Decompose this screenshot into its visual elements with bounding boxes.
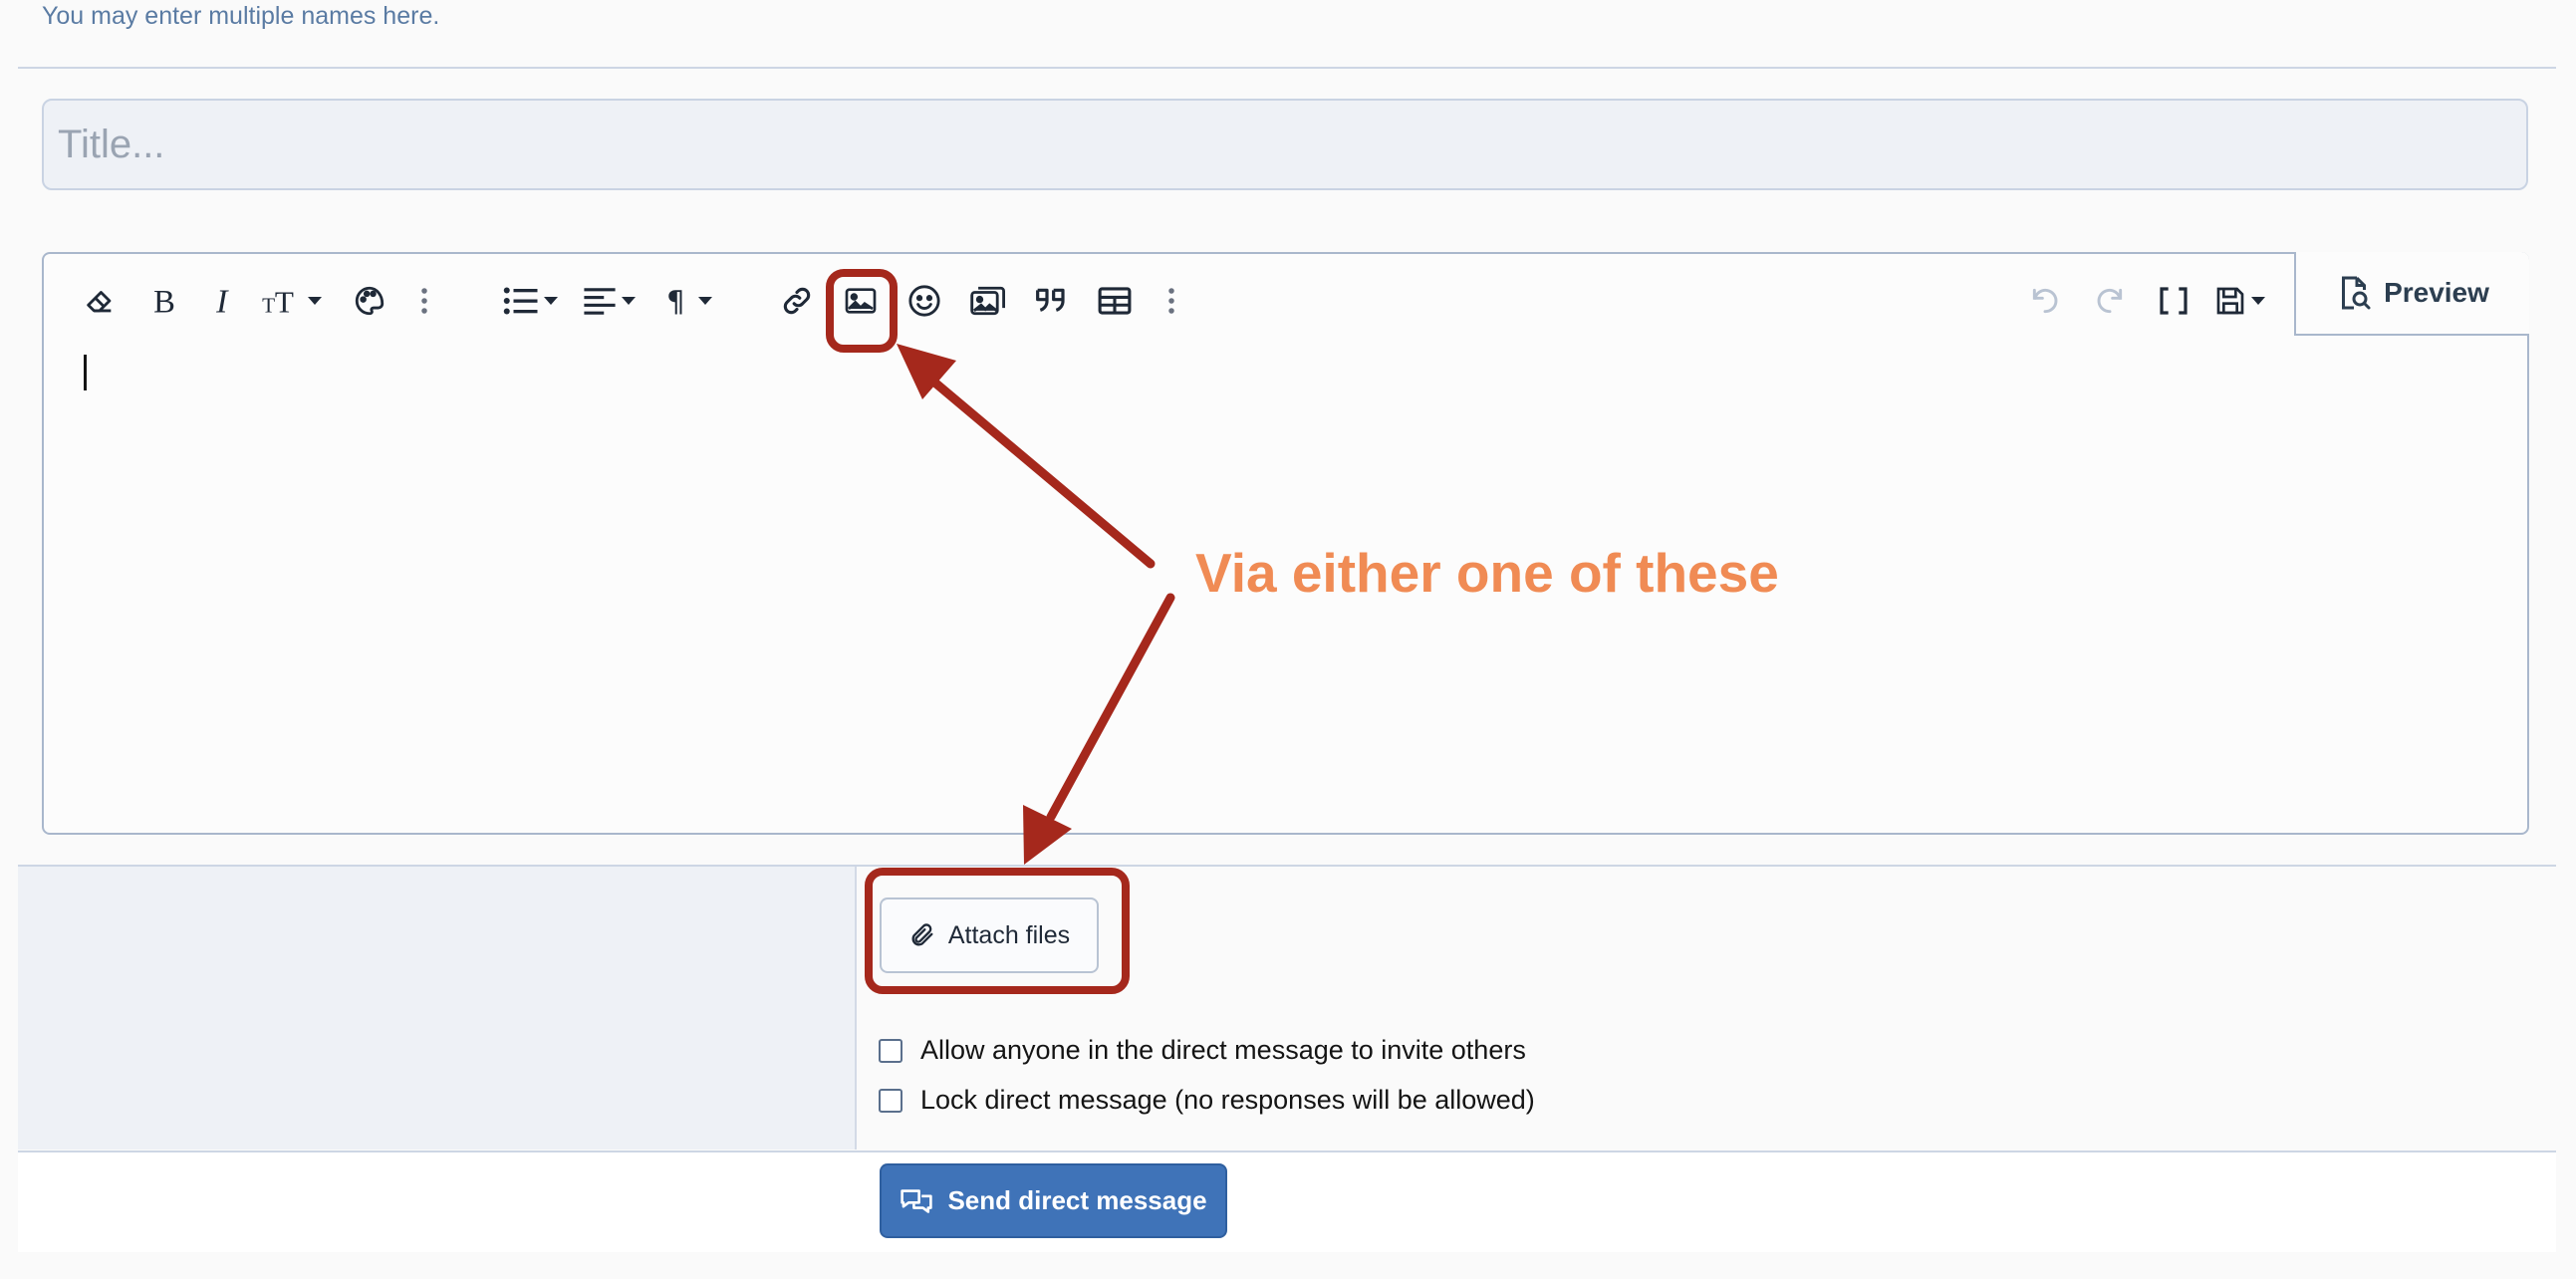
palette-icon[interactable] bbox=[348, 279, 391, 323]
redo-icon[interactable] bbox=[2088, 279, 2132, 323]
more-icon[interactable] bbox=[412, 279, 436, 323]
option-invite-others[interactable]: Allow anyone in the direct message to in… bbox=[879, 1035, 1526, 1066]
smiley-icon[interactable] bbox=[902, 279, 946, 323]
paragraph-icon[interactable]: ¶ bbox=[656, 279, 718, 323]
more-icon[interactable] bbox=[1159, 279, 1183, 323]
send-direct-message-button[interactable]: Send direct message bbox=[880, 1163, 1227, 1238]
option-lock-message[interactable]: Lock direct message (no responses will b… bbox=[879, 1085, 1535, 1116]
link-icon[interactable] bbox=[775, 279, 819, 323]
media-icon[interactable] bbox=[966, 279, 1010, 323]
bold-icon[interactable]: B bbox=[141, 279, 185, 323]
image-highlight-box bbox=[826, 269, 898, 353]
preview-icon bbox=[2342, 276, 2371, 310]
svg-text:I: I bbox=[215, 284, 229, 318]
list-icon[interactable] bbox=[498, 279, 562, 323]
divider bbox=[18, 67, 2556, 69]
undo-icon[interactable] bbox=[2023, 279, 2067, 323]
names-hint: You may enter multiple names here. bbox=[42, 2, 440, 30]
option-label: Allow anyone in the direct message to in… bbox=[920, 1035, 1526, 1065]
form-label-column bbox=[18, 867, 857, 1150]
bbcode-icon[interactable] bbox=[2152, 279, 2195, 323]
attach-highlight-box bbox=[865, 868, 1130, 994]
eraser-icon[interactable] bbox=[78, 279, 122, 323]
preview-button[interactable]: Preview bbox=[2294, 252, 2529, 336]
svg-text:B: B bbox=[153, 284, 175, 318]
checkbox[interactable] bbox=[879, 1038, 902, 1063]
save-draft-icon[interactable] bbox=[2207, 279, 2271, 323]
svg-text:T: T bbox=[274, 284, 293, 318]
quote-icon[interactable] bbox=[1029, 279, 1073, 323]
conversation-icon bbox=[901, 1188, 933, 1213]
text-cursor bbox=[84, 355, 87, 390]
submit-row bbox=[18, 1152, 2556, 1252]
table-icon[interactable] bbox=[1093, 279, 1137, 323]
option-label: Lock direct message (no responses will b… bbox=[920, 1085, 1535, 1115]
italic-icon[interactable]: I bbox=[204, 279, 248, 323]
svg-text:T: T bbox=[262, 293, 275, 317]
svg-text:¶: ¶ bbox=[666, 285, 685, 317]
preview-label: Preview bbox=[2384, 277, 2489, 308]
title-input[interactable] bbox=[42, 99, 2528, 190]
send-label: Send direct message bbox=[947, 1185, 1207, 1215]
annotation-text: Via either one of these bbox=[1195, 542, 1779, 604]
checkbox[interactable] bbox=[879, 1088, 902, 1113]
font-size-icon[interactable]: TT bbox=[258, 279, 324, 323]
align-icon[interactable] bbox=[578, 279, 640, 323]
